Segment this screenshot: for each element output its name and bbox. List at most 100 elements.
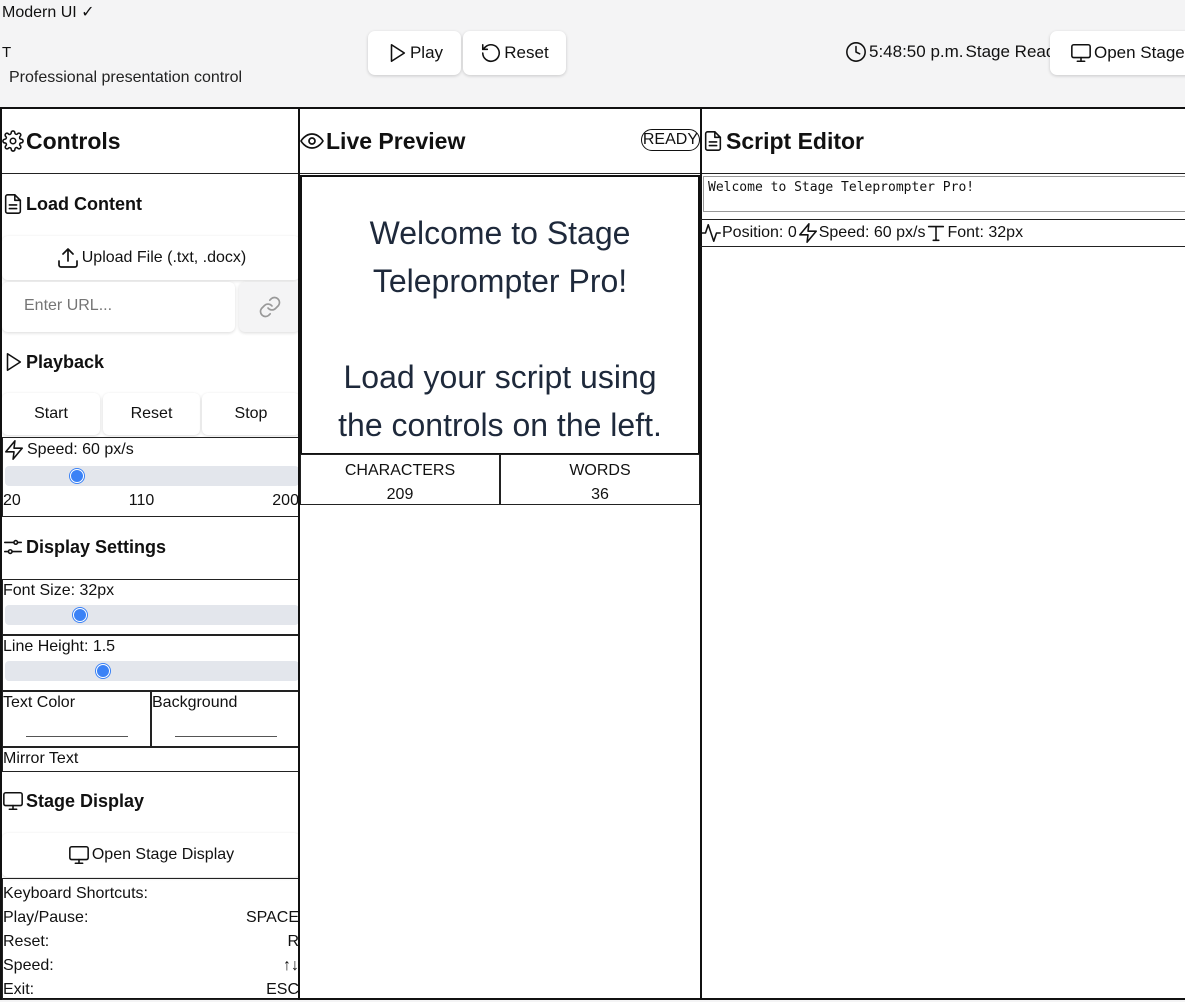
speed-slider-thumb[interactable] bbox=[70, 469, 84, 483]
header-reset-button[interactable]: Reset bbox=[463, 31, 566, 75]
upload-icon bbox=[56, 246, 80, 270]
shortcuts-title: Keyboard Shortcuts: bbox=[3, 885, 148, 902]
clock-status: 5:48:50 p.m. Stage Ready bbox=[845, 41, 1064, 63]
shortcut-action: Speed: bbox=[3, 957, 54, 974]
clock-time: 5:48:50 p.m. bbox=[869, 42, 964, 61]
display-settings-title: Display Settings bbox=[26, 536, 167, 557]
line-height-control: Line Height: 1.5 bbox=[2, 635, 300, 691]
shortcut-row: Reset: R bbox=[3, 930, 299, 954]
monitor-icon bbox=[1070, 42, 1092, 64]
stage-display-heading: Stage Display bbox=[2, 790, 144, 812]
monitor-icon bbox=[2, 790, 24, 812]
line-height-label: Line Height: 1.5 bbox=[3, 638, 116, 655]
editor-status-bar: Position: 0 Speed: 60 px/s Font: 32px bbox=[700, 219, 1185, 247]
upload-file-button[interactable]: Upload File (.txt, .docx) bbox=[2, 236, 300, 280]
controls-header: Controls bbox=[2, 109, 298, 174]
line-height-slider[interactable] bbox=[5, 661, 299, 681]
speed-mid-label: 110 bbox=[128, 492, 155, 509]
gear-icon bbox=[2, 130, 24, 152]
link-icon bbox=[258, 295, 282, 319]
words-label: WORDS bbox=[569, 462, 631, 479]
activity-icon bbox=[700, 222, 722, 244]
reset-button[interactable]: Reset bbox=[103, 393, 200, 435]
speed-label: Speed: 60 px/s bbox=[27, 441, 134, 458]
load-url-button[interactable] bbox=[239, 282, 300, 332]
preview-line: the controls on the left. bbox=[338, 407, 662, 443]
preview-title: Live Preview bbox=[326, 127, 466, 154]
editor-font-label: Font: 32px bbox=[947, 224, 1024, 241]
font-size-label: Font Size: 32px bbox=[3, 582, 115, 599]
preview-header: Live Preview READY bbox=[300, 109, 700, 174]
app-subtitle: Professional presentation control bbox=[9, 69, 243, 86]
start-button[interactable]: Start bbox=[2, 393, 100, 435]
type-icon bbox=[925, 222, 947, 244]
preview-line: Teleprompter Pro! bbox=[372, 263, 628, 299]
document-icon bbox=[702, 130, 724, 152]
open-stage-display-label: Open Stage Display bbox=[91, 846, 235, 863]
status-badge: READY bbox=[640, 129, 700, 151]
playback-heading: Playback bbox=[2, 351, 104, 373]
line-height-slider-thumb[interactable] bbox=[96, 664, 110, 678]
play-icon bbox=[386, 42, 408, 64]
words-stat: WORDS 36 bbox=[500, 454, 700, 505]
header-open-stage-button[interactable]: Open Stage bbox=[1050, 31, 1185, 75]
shortcut-row: Exit: ESC bbox=[3, 978, 299, 1002]
preview-line: Load your script using bbox=[343, 359, 657, 395]
display-settings-heading: Display Settings bbox=[2, 536, 166, 558]
lightning-icon bbox=[797, 222, 819, 244]
shortcut-action: Play/Pause: bbox=[3, 909, 89, 926]
clock-icon bbox=[845, 41, 867, 63]
characters-stat: CHARACTERS 209 bbox=[300, 454, 500, 505]
url-input-wrapper bbox=[2, 282, 235, 332]
document-icon bbox=[2, 193, 24, 215]
font-size-slider[interactable] bbox=[5, 605, 299, 625]
mirror-text-toggle[interactable]: Mirror Text bbox=[2, 747, 300, 772]
words-value: 36 bbox=[591, 486, 609, 503]
stage-display-title: Stage Display bbox=[26, 790, 145, 811]
reset-icon bbox=[480, 42, 502, 64]
load-content-heading: Load Content bbox=[2, 193, 142, 215]
background-color-picker[interactable] bbox=[174, 724, 277, 737]
speed-min-label: 20 bbox=[3, 492, 21, 509]
script-textarea[interactable]: Welcome to Stage Teleprompter Pro! bbox=[703, 176, 1185, 212]
text-color-control: Text Color bbox=[2, 691, 151, 747]
brand-label: Modern UI ✓ bbox=[2, 4, 95, 21]
controls-panel: Controls Load Content Upload File (.txt,… bbox=[0, 107, 300, 1000]
characters-value: 209 bbox=[386, 486, 414, 503]
open-stage-display-button[interactable]: Open Stage Display bbox=[2, 833, 300, 877]
editor-header: Script Editor bbox=[702, 109, 1185, 174]
shortcut-row: Play/Pause: SPACE bbox=[3, 906, 299, 930]
editor-panel: Script Editor Welcome to Stage Telepromp… bbox=[700, 107, 1185, 1000]
shortcut-action: Reset: bbox=[3, 933, 50, 950]
text-color-label: Text Color bbox=[3, 694, 76, 711]
header-play-button[interactable]: Play bbox=[368, 31, 461, 75]
background-label: Background bbox=[152, 694, 238, 711]
eye-icon bbox=[300, 129, 324, 153]
upload-file-label: Upload File (.txt, .docx) bbox=[81, 249, 247, 266]
settings-sliders-icon bbox=[2, 536, 24, 558]
playback-title: Playback bbox=[26, 351, 105, 372]
header-reset-label: Reset bbox=[504, 43, 549, 62]
speed-max-label: 200 bbox=[272, 492, 299, 509]
controls-title: Controls bbox=[26, 127, 121, 154]
font-size-slider-thumb[interactable] bbox=[73, 608, 87, 622]
header-play-label: Play bbox=[409, 43, 444, 62]
play-icon bbox=[2, 351, 24, 373]
url-input[interactable] bbox=[22, 282, 226, 330]
characters-label: CHARACTERS bbox=[344, 462, 456, 479]
stop-button[interactable]: Stop bbox=[202, 393, 300, 435]
background-color-control: Background bbox=[151, 691, 300, 747]
font-size-control: Font Size: 32px bbox=[2, 579, 300, 635]
preview-screen: Welcome to Stage Teleprompter Pro! Load … bbox=[300, 175, 700, 455]
text-color-picker[interactable] bbox=[25, 724, 128, 737]
load-content-title: Load Content bbox=[26, 193, 142, 214]
speed-control: Speed: 60 px/s 20 110 200 bbox=[2, 437, 300, 517]
mirror-text-label: Mirror Text bbox=[3, 750, 79, 767]
keyboard-shortcuts: Keyboard Shortcuts: Play/Pause: SPACE Re… bbox=[2, 878, 300, 1000]
shortcut-row: Speed: ↑↓ bbox=[3, 954, 299, 978]
shortcut-key: ↑↓ bbox=[283, 957, 299, 974]
speed-slider[interactable] bbox=[5, 466, 299, 486]
shortcut-key: SPACE bbox=[245, 909, 299, 926]
shortcut-action: Exit: bbox=[3, 981, 35, 998]
position-label: Position: 0 bbox=[722, 224, 797, 241]
